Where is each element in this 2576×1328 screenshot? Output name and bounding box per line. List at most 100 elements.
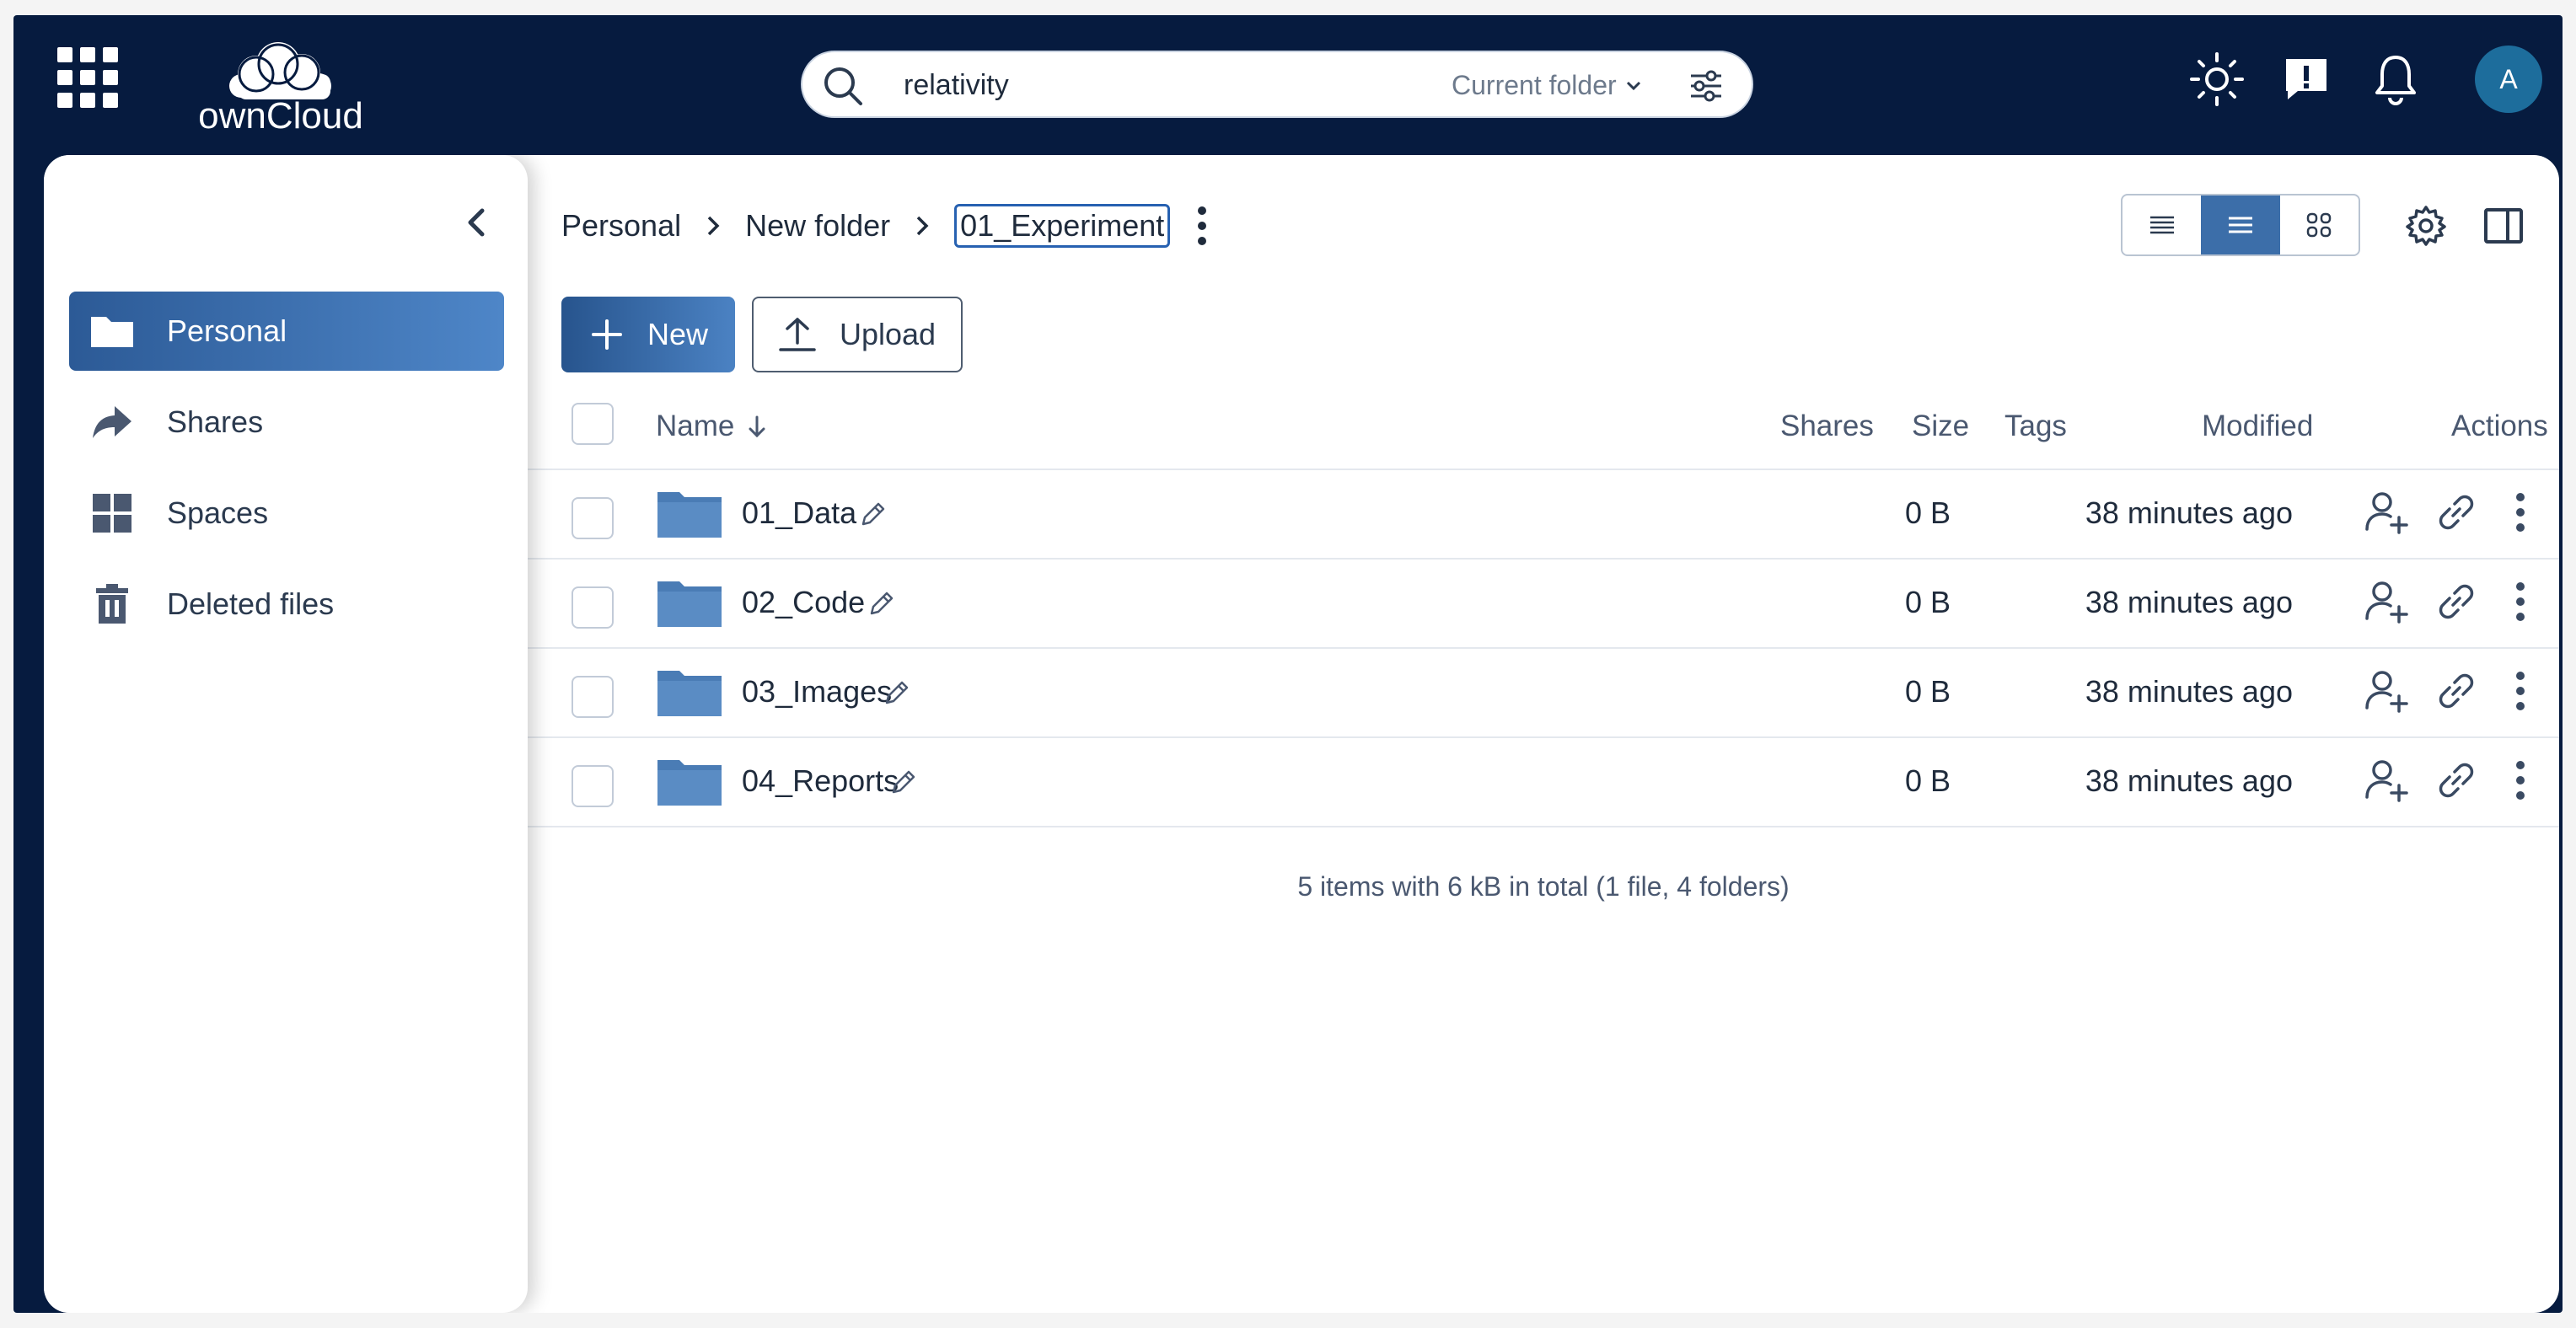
rename-pencil-icon[interactable]	[888, 767, 919, 797]
column-header-modified[interactable]: Modified	[2202, 410, 2313, 443]
row-checkbox[interactable]	[572, 676, 614, 718]
theme-toggle-sun-icon[interactable]	[2187, 49, 2247, 110]
file-name[interactable]: 03_Images	[742, 674, 892, 710]
breadcrumb-item-current[interactable]: 01_Experiment	[954, 204, 1171, 248]
search-bar: Current folder	[801, 51, 1753, 118]
file-size: 0 B	[1904, 763, 1951, 798]
more-actions-icon[interactable]	[2495, 576, 2546, 627]
copy-link-icon[interactable]	[2431, 666, 2482, 716]
search-icon[interactable]	[821, 64, 865, 108]
logo-text: ownCloud	[198, 95, 363, 137]
column-header-actions: Actions	[2451, 410, 2548, 442]
chevron-right-icon	[707, 216, 720, 236]
owncloud-logo[interactable]: ownCloud	[191, 37, 372, 138]
upload-button[interactable]: Upload	[752, 297, 963, 372]
folder-icon[interactable]	[656, 489, 723, 541]
feedback-icon[interactable]	[2276, 49, 2337, 110]
app-frame: ownCloud Current folder	[13, 15, 2563, 1313]
add-share-person-icon[interactable]	[2362, 755, 2412, 806]
search-scope-select[interactable]: Current folder	[1452, 61, 1644, 110]
file-table: Name Shares Size Tags Modified Actions 0…	[528, 384, 2559, 827]
rename-pencil-icon[interactable]	[858, 499, 888, 529]
breadcrumb-item-personal[interactable]: Personal	[561, 208, 681, 244]
toggle-details-panel-icon[interactable]	[2482, 204, 2525, 248]
view-mode-switch	[2121, 194, 2360, 256]
sidebar-item-shares[interactable]: Shares	[69, 383, 504, 462]
file-modified: 38 minutes ago	[2085, 495, 2293, 530]
list-icon	[2228, 217, 2252, 233]
file-size: 0 B	[1904, 585, 1951, 619]
view-default-table-button[interactable]	[2201, 195, 2280, 254]
more-actions-icon[interactable]	[2495, 755, 2546, 806]
view-condensed-table-button[interactable]	[2123, 195, 2201, 254]
sidebar-item-label: Spaces	[167, 495, 269, 530]
column-header-name[interactable]: Name	[656, 410, 770, 443]
rename-pencil-icon[interactable]	[867, 588, 897, 618]
copy-link-icon[interactable]	[2431, 755, 2482, 806]
row-checkbox[interactable]	[572, 586, 614, 629]
search-input[interactable]	[904, 61, 1342, 110]
main-panel: Personal New folder 01_Experiment New Up…	[528, 155, 2559, 1313]
sort-arrow-down-icon	[749, 415, 765, 438]
folder-icon[interactable]	[656, 667, 723, 720]
sidebar-item-spaces[interactable]: Spaces	[69, 474, 504, 553]
table-row[interactable]: 03_Images 0 B 38 minutes ago	[528, 649, 2559, 738]
sidebar-item-label: Deleted files	[167, 586, 335, 621]
share-arrow-icon	[88, 398, 137, 447]
app-launcher-icon[interactable]	[54, 44, 121, 111]
collapse-sidebar-chevron-icon[interactable]	[455, 201, 499, 244]
view-tiles-button[interactable]	[2280, 195, 2359, 254]
chevron-down-icon	[1626, 81, 1640, 91]
user-avatar[interactable]: A	[2475, 46, 2542, 113]
column-header-name-label: Name	[656, 410, 735, 442]
grid-icon	[88, 489, 137, 538]
chevron-right-icon	[916, 216, 929, 236]
table-row[interactable]: 02_Code 0 B 38 minutes ago	[528, 560, 2559, 649]
file-name[interactable]: 04_Reports	[742, 763, 899, 799]
notifications-bell-icon[interactable]	[2365, 49, 2426, 110]
avatar-initial: A	[2499, 63, 2518, 94]
condensed-list-icon	[2149, 216, 2174, 234]
add-share-person-icon[interactable]	[2362, 487, 2412, 538]
plus-icon	[592, 319, 622, 350]
column-header-size[interactable]: Size	[1912, 410, 1969, 443]
file-modified: 38 minutes ago	[2085, 763, 2293, 798]
sidebar-item-label: Personal	[167, 313, 287, 348]
table-row[interactable]: 01_Data 0 B 38 minutes ago	[528, 470, 2559, 560]
table-row[interactable]: 04_Reports 0 B 38 minutes ago	[528, 738, 2559, 827]
file-list-summary: 5 items with 6 kB in total (1 file, 4 fo…	[1297, 871, 1790, 902]
file-size: 0 B	[1904, 674, 1951, 709]
select-all-checkbox[interactable]	[572, 403, 614, 445]
new-button[interactable]: New	[561, 297, 735, 372]
copy-link-icon[interactable]	[2431, 576, 2482, 627]
folder-icon[interactable]	[656, 757, 723, 809]
folder-icon[interactable]	[656, 578, 723, 630]
sidebar-item-label: Shares	[167, 404, 264, 439]
file-name[interactable]: 02_Code	[742, 585, 865, 620]
upload-icon	[779, 318, 816, 351]
table-header-row: Name Shares Size Tags Modified Actions	[528, 384, 2559, 470]
add-share-person-icon[interactable]	[2362, 666, 2412, 716]
folder-icon	[88, 307, 137, 356]
sidebar: Personal Shares Spaces Deleted files	[44, 155, 528, 1313]
more-actions-icon[interactable]	[2495, 487, 2546, 538]
breadcrumb: Personal New folder 01_Experiment	[561, 192, 1219, 260]
tiles-icon	[2307, 212, 2332, 238]
row-checkbox[interactable]	[572, 497, 614, 539]
settings-gear-icon[interactable]	[2404, 204, 2448, 248]
folder-context-menu-icon[interactable]	[1185, 201, 1219, 251]
file-size: 0 B	[1904, 495, 1951, 530]
more-actions-icon[interactable]	[2495, 666, 2546, 716]
trash-icon	[88, 580, 137, 629]
new-button-label: New	[647, 317, 709, 351]
file-name[interactable]: 01_Data	[742, 495, 856, 531]
breadcrumb-item-new-folder[interactable]: New folder	[745, 208, 890, 244]
file-modified: 38 minutes ago	[2085, 674, 2293, 709]
sidebar-item-personal[interactable]: Personal	[69, 292, 504, 371]
row-checkbox[interactable]	[572, 765, 614, 807]
add-share-person-icon[interactable]	[2362, 576, 2412, 627]
sidebar-item-deleted-files[interactable]: Deleted files	[69, 565, 504, 644]
rename-pencil-icon[interactable]	[882, 677, 912, 708]
search-filter-icon[interactable]	[1688, 67, 1725, 104]
copy-link-icon[interactable]	[2431, 487, 2482, 538]
